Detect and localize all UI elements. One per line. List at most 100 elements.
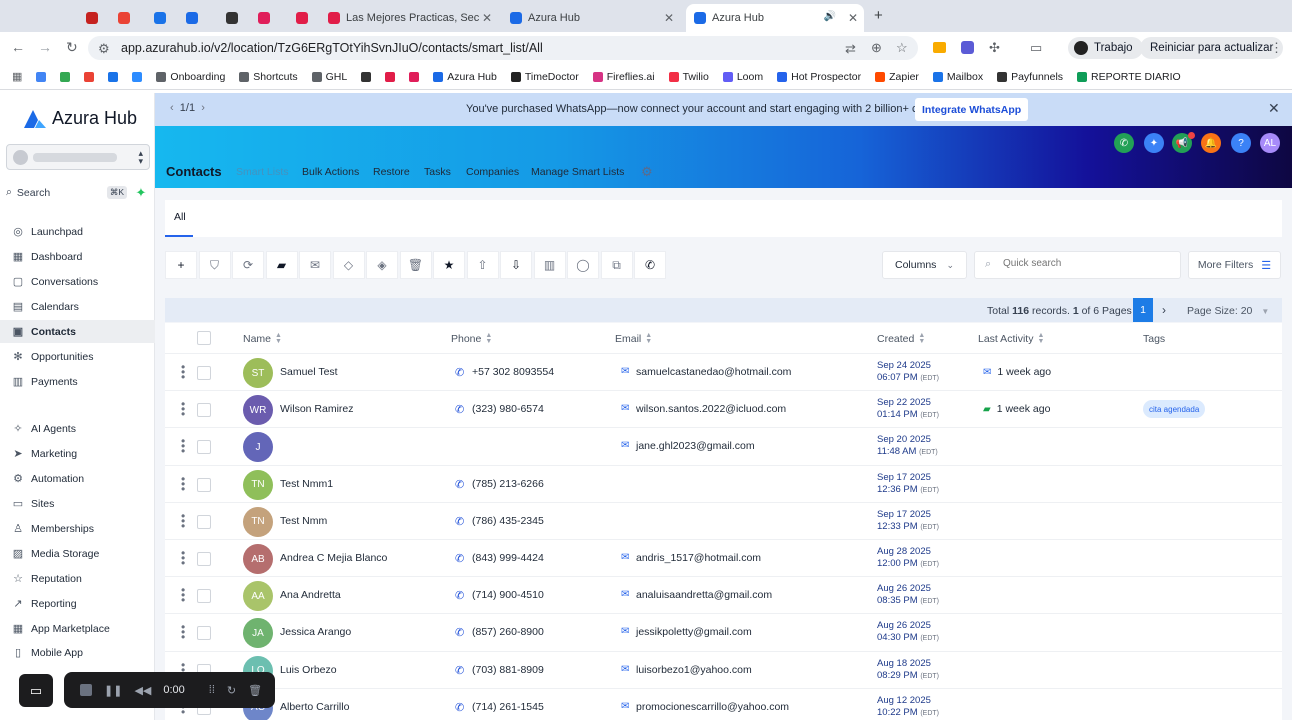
contact-email[interactable]: promocionescarrillo@yahoo.com <box>636 701 789 713</box>
apps-grid-icon[interactable]: ▦ <box>12 70 22 83</box>
avatar[interactable]: ST <box>243 358 273 388</box>
contact-name[interactable]: Andrea C Mejia Blanco <box>280 552 387 564</box>
sidebar-search[interactable]: ⌕ Search ⌘K <box>6 183 129 202</box>
drag-handle-icon[interactable]: ••• <box>181 584 185 606</box>
sidebar-item-ai-agents[interactable]: ✧ AI Agents <box>0 417 155 440</box>
bookmark-star-icon[interactable]: ☆ <box>896 40 908 56</box>
bookmark-15[interactable]: Loom <box>722 71 763 83</box>
bookmark-1[interactable] <box>60 71 71 82</box>
browser-tab-5[interactable] <box>250 4 278 32</box>
contact-name[interactable]: Luis Orbezo <box>280 664 337 676</box>
contact-name[interactable]: Wilson Ramirez <box>280 403 354 415</box>
row-checkbox[interactable] <box>197 477 211 492</box>
bookmark-8[interactable] <box>361 71 372 82</box>
help-icon[interactable]: ? <box>1231 133 1251 153</box>
mail-icon[interactable]: ✉ <box>621 626 629 637</box>
drag-handle-icon[interactable]: ••• <box>181 361 185 383</box>
tab-restore[interactable]: Restore <box>373 166 410 178</box>
phone-icon[interactable]: ✆ <box>455 515 464 528</box>
browser-tab-1[interactable] <box>110 4 138 32</box>
add-contact-button[interactable]: + <box>165 251 197 279</box>
stop-icon[interactable] <box>80 684 92 696</box>
quick-search[interactable]: ⌕ <box>974 251 1181 279</box>
phone-icon[interactable]: ✆ <box>455 701 464 714</box>
contact-phone[interactable]: +57 302 8093554 <box>472 366 554 378</box>
phone-icon[interactable]: ✆ <box>455 403 464 416</box>
row-checkbox[interactable] <box>197 403 211 418</box>
avatar[interactable]: TN <box>243 469 273 500</box>
bookmark-2[interactable] <box>84 71 95 82</box>
sidebar-item-mobile-app[interactable]: ▯ Mobile App <box>0 641 155 664</box>
contact-email[interactable]: wilson.santos.2022@icluod.com <box>636 403 786 415</box>
contact-name[interactable]: Samuel Test <box>280 366 338 378</box>
site-settings-icon[interactable]: ⚙ <box>98 41 110 57</box>
magic-icon[interactable]: ✦ <box>1144 133 1164 153</box>
phone-icon[interactable]: ✆ <box>455 589 464 602</box>
bookmark-3[interactable] <box>108 71 119 82</box>
contact-phone[interactable]: (714) 261-1545 <box>472 701 544 713</box>
bookmark-10[interactable] <box>409 71 420 82</box>
remove-tag-button[interactable]: ◈ <box>366 251 398 279</box>
sidebar-item-marketing[interactable]: ➤ Marketing <box>0 442 155 465</box>
mail-icon[interactable]: ✉ <box>621 440 629 451</box>
tab-smart-lists[interactable]: Smart Lists <box>236 166 289 178</box>
column-created[interactable]: Created ▲ ▼ <box>877 332 925 345</box>
drag-handle-icon[interactable]: ••• <box>181 473 185 495</box>
bookmark-18[interactable]: Mailbox <box>932 71 983 83</box>
sms-button[interactable]: ▰ <box>265 251 298 279</box>
column-email[interactable]: Email ▲ ▼ <box>615 332 652 345</box>
update-button[interactable]: Reiniciar para actualizar <box>1140 37 1284 59</box>
sidebar-item-media-storage[interactable]: ▨ Media Storage <box>0 542 155 565</box>
contact-email[interactable]: jane.ghl2023@gmail.com <box>636 440 755 452</box>
more-filters-button[interactable]: More Filters ☰ <box>1188 251 1281 279</box>
contact-email[interactable]: analuisaandretta@gmail.com <box>636 589 772 601</box>
phone-icon[interactable]: ✆ <box>455 664 464 677</box>
url-text[interactable]: app.azurahub.io/v2/location/TzG6ERgTOtYi… <box>121 41 543 55</box>
sidebar-item-dashboard[interactable]: ▦ Dashboard <box>0 245 155 268</box>
brand-logo[interactable]: Azura Hub <box>24 108 137 129</box>
browser-menu-icon[interactable]: ⋮ <box>1270 40 1283 56</box>
contact-email[interactable]: samuelcastanedao@hotmail.com <box>636 366 791 378</box>
filter-button[interactable]: ⛉ <box>198 251 231 279</box>
export-button[interactable]: ⇧ <box>466 251 499 279</box>
browser-tab-8[interactable]: Azura Hub ✕ <box>502 4 680 32</box>
browser-tab-6[interactable] <box>288 4 316 32</box>
drag-handle-icon[interactable]: ••• <box>181 435 185 457</box>
select-all-checkbox[interactable] <box>197 331 211 345</box>
contact-name[interactable]: Test Nmm1 <box>280 478 333 490</box>
close-tab-icon[interactable]: ✕ <box>664 11 674 25</box>
avatar[interactable]: WR <box>243 395 273 426</box>
drag-handle-icon[interactable]: ••• <box>181 510 185 532</box>
chevron-left-icon[interactable]: ‹ <box>170 102 174 114</box>
speaker-icon[interactable]: 🔊 <box>824 11 836 22</box>
browser-tab-2[interactable] <box>146 4 174 32</box>
phone-icon[interactable]: ✆ <box>455 366 464 379</box>
side-panel-icon[interactable]: ▭ <box>1030 40 1042 56</box>
bookmark-19[interactable]: Payfunnels <box>997 71 1063 83</box>
mail-icon[interactable]: ✉ <box>621 366 629 377</box>
bookmark-5[interactable]: Onboarding <box>156 71 225 83</box>
phone-icon[interactable]: ✆ <box>455 478 464 491</box>
row-checkbox[interactable] <box>197 514 211 529</box>
tag-badge[interactable]: cita agendada <box>1143 400 1206 419</box>
avatar[interactable]: AB <box>243 544 273 574</box>
mail-icon[interactable]: ✉ <box>621 664 629 675</box>
contact-email[interactable]: andris_1517@hotmail.com <box>636 552 761 564</box>
sidebar-item-memberships[interactable]: ♙ Memberships <box>0 517 155 540</box>
avatar[interactable]: JA <box>243 618 273 649</box>
contact-name[interactable]: Jessica Arango <box>280 626 351 638</box>
account-switcher[interactable]: ▴ ▾ <box>6 144 150 170</box>
new-tab-button[interactable]: + <box>874 7 883 24</box>
sidebar-item-contacts[interactable]: ▣ Contacts <box>0 320 155 343</box>
contact-phone[interactable]: (703) 881-8909 <box>472 664 544 676</box>
browser-tab-9[interactable]: Azura Hub 🔊 ✕ <box>686 4 864 32</box>
mail-icon[interactable]: ✉ <box>621 701 629 712</box>
merge-button[interactable]: ▥ <box>533 251 566 279</box>
sidebar-item-app-marketplace[interactable]: ▦ App Marketplace <box>0 617 155 640</box>
sidebar-item-calendars[interactable]: ▤ Calendars <box>0 295 155 318</box>
page-size-select[interactable]: Page Size: 20 ▼ <box>1187 305 1269 317</box>
sidebar-item-reputation[interactable]: ☆ Reputation <box>0 567 155 590</box>
sidebar-item-reporting[interactable]: ↗ Reporting <box>0 592 155 615</box>
mail-icon[interactable]: ✉ <box>621 403 629 414</box>
browser-tab-0[interactable] <box>78 4 106 32</box>
